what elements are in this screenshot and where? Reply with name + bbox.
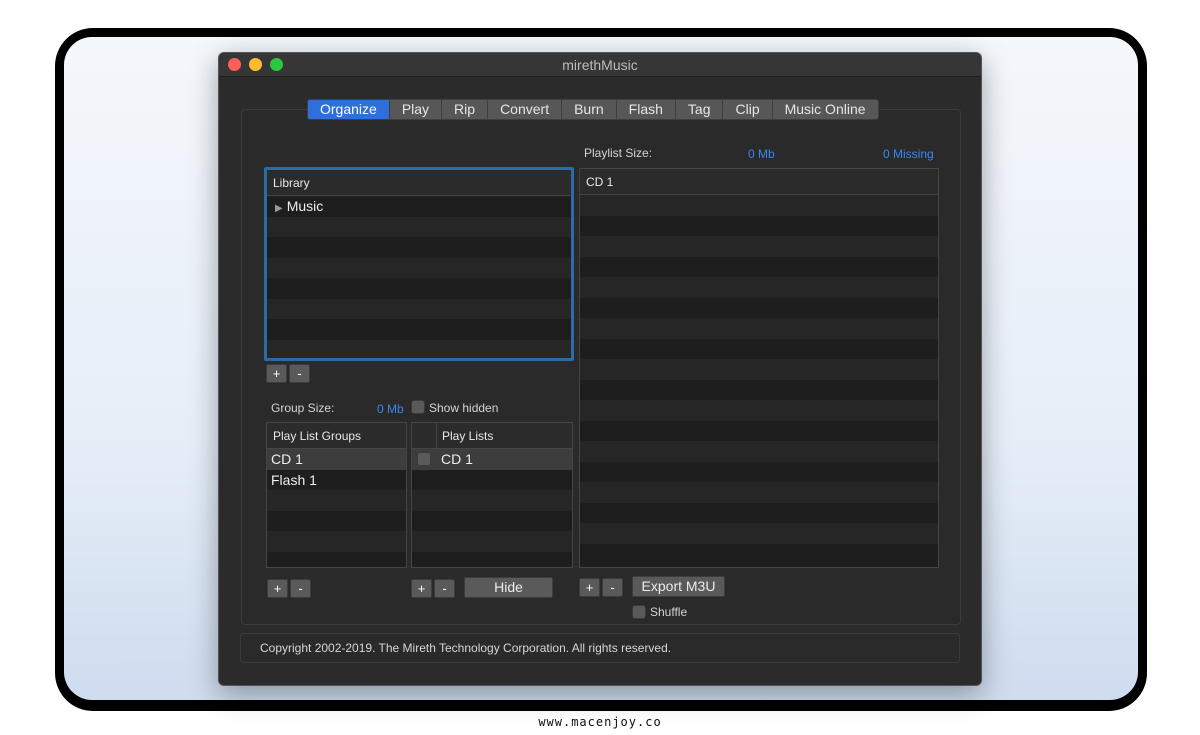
column-divider [436,423,437,449]
table-row [580,195,938,216]
list-item [267,339,571,358]
group-add-button[interactable]: + [267,579,288,598]
tab-tag[interactable]: Tag [676,100,724,119]
table-row[interactable]: CD 1 [412,449,572,470]
playlist-tracks-header[interactable]: CD 1 [580,169,938,195]
group-size-label: Group Size: [271,401,335,415]
library-header[interactable]: Library [267,170,571,196]
table-row [580,544,938,565]
library-item-label: Music [286,198,324,214]
table-row [580,318,938,339]
library-table[interactable]: Library ▶ Music [264,167,574,361]
group-label: Flash 1 [271,471,317,488]
library-remove-button[interactable]: - [289,364,310,383]
tab-burn[interactable]: Burn [562,100,617,119]
table-row [580,503,938,524]
table-row [412,470,572,491]
table-row [580,421,938,442]
table-row [267,490,406,511]
list-item [267,319,571,340]
export-m3u-button[interactable]: Export M3U [632,576,725,597]
tab-music-online[interactable]: Music Online [773,100,878,119]
list-item [267,237,571,258]
list-item [267,298,571,319]
group-label: CD 1 [271,451,303,467]
table-row [580,482,938,503]
play-list-groups-header[interactable]: Play List Groups [267,423,406,449]
group-remove-button[interactable]: - [290,579,311,598]
playlist-tracks-table[interactable]: CD 1 [579,168,939,568]
tracks-remove-button[interactable]: - [602,578,623,597]
copyright-text: Copyright 2002-2019. The Mireth Technolo… [260,641,672,655]
tracks-add-button[interactable]: + [579,578,600,597]
table-row [580,277,938,298]
tab-rip[interactable]: Rip [442,100,489,119]
table-row[interactable]: Flash 1 [267,470,406,491]
table-row [580,216,938,237]
playlist-remove-button[interactable]: - [434,579,455,598]
tab-clip[interactable]: Clip [723,100,773,119]
table-row [580,339,938,360]
play-list-groups-table[interactable]: Play List Groups CD 1 Flash 1 [266,422,407,568]
list-item [267,257,571,278]
table-row [580,298,938,319]
play-lists-header-label: Play Lists [442,429,494,443]
table-row [580,462,938,483]
shuffle-label[interactable]: Shuffle [650,605,687,619]
table-row [580,441,938,462]
library-add-button[interactable]: + [266,364,287,383]
title-bar[interactable]: mirethMusic [219,53,981,77]
tab-convert[interactable]: Convert [488,100,563,119]
playlist-missing-count: 0 Missing [883,147,934,161]
play-lists-header[interactable]: Play Lists [412,423,572,449]
tab-organize[interactable]: Organize [308,100,390,119]
play-lists-table[interactable]: Play Lists CD 1 [411,422,573,568]
table-row [580,400,938,421]
show-hidden-checkbox[interactable] [411,400,425,414]
library-item-music[interactable]: ▶ Music [267,196,571,217]
list-item [267,216,571,237]
table-row [580,359,938,380]
table-row [580,257,938,278]
table-row [580,523,938,544]
watermark: www.macenjoy.co [538,715,662,729]
group-size-value: 0 Mb [377,402,404,416]
table-row[interactable]: CD 1 [267,449,406,470]
hide-button[interactable]: Hide [464,577,553,598]
playlist-size-label: Playlist Size: [584,146,653,160]
tab-flash[interactable]: Flash [617,100,676,119]
show-hidden-label[interactable]: Show hidden [429,401,498,415]
list-item [267,278,571,299]
shuffle-checkbox[interactable] [632,605,646,619]
playlist-include-checkbox[interactable] [417,452,431,466]
table-row [412,490,572,511]
table-row [412,531,572,552]
tab-play[interactable]: Play [390,100,443,119]
window-title: mirethMusic [562,57,638,73]
playlist-label: CD 1 [441,451,473,467]
table-row [580,380,938,401]
table-row [580,236,938,257]
tab-bar: Organize Play Rip Convert Burn Flash Tag… [307,99,879,120]
table-row [267,531,406,552]
table-row [412,511,572,532]
table-row [267,511,406,532]
footer-bar: Copyright 2002-2019. The Mireth Technolo… [240,633,960,663]
playlist-size-value: 0 Mb [748,147,775,161]
playlist-add-button[interactable]: + [411,579,432,598]
